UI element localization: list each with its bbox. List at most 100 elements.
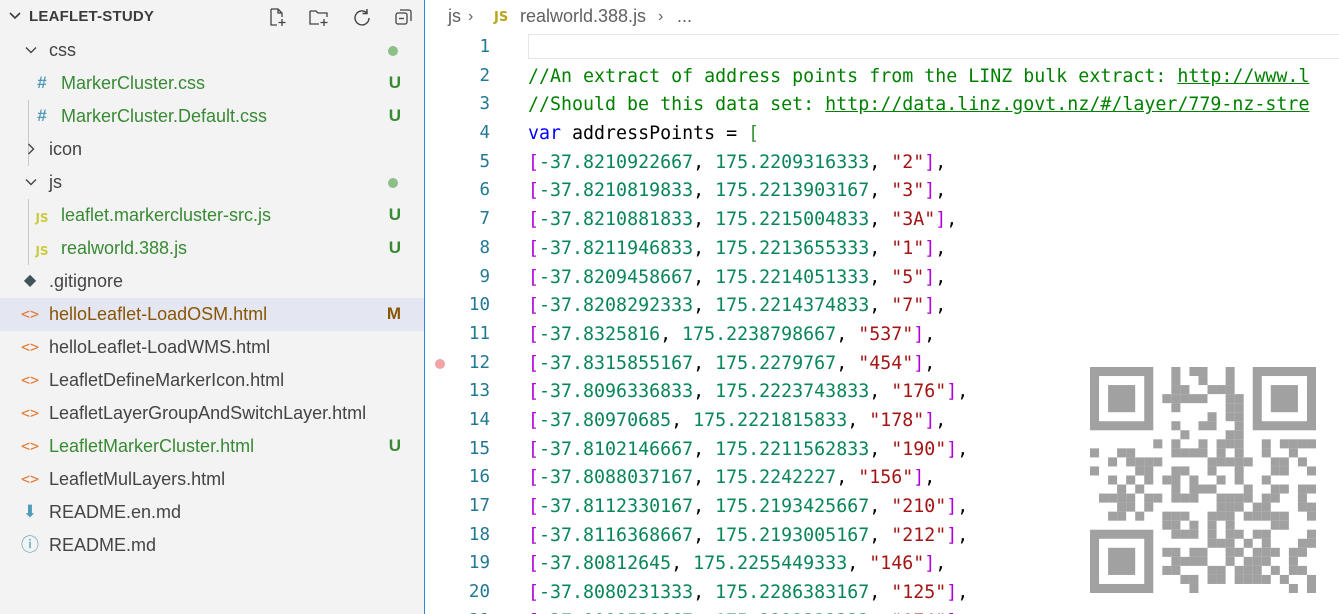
qr-module — [1117, 484, 1127, 494]
bracket: ] — [924, 553, 936, 575]
code-line[interactable]: 3 //Should be this data set: http://data.… — [426, 90, 1339, 119]
code-line[interactable]: 8 [-37.8211946833, 175.2213655333, "1"], — [426, 234, 1339, 263]
tree-file-leafletlayergroup[interactable]: <> LeafletLayerGroupAndSwitchLayer.html — [0, 397, 424, 430]
qr-module — [1225, 520, 1235, 530]
number-literal: 175.2223743833 — [715, 381, 870, 403]
code-line[interactable]: 9 [-37.8209458667, 175.2214051333, "5"], — [426, 263, 1339, 292]
qr-module — [1180, 493, 1190, 503]
line-number: 16 — [468, 467, 490, 488]
qr-module — [1162, 547, 1172, 557]
qr-module — [1207, 466, 1217, 476]
qr-module — [1180, 466, 1190, 476]
code-text: [-37.8088037167, 175.2242227, "156"], — [528, 467, 935, 488]
qr-module — [1108, 493, 1118, 503]
qr-module — [1225, 385, 1235, 395]
tree-folder-css[interactable]: css — [0, 34, 424, 67]
tree-file-markercluster-css[interactable]: # MarkerCluster.css U — [0, 67, 424, 100]
qr-module — [1162, 520, 1172, 530]
qr-module — [1198, 556, 1208, 566]
code-line[interactable]: 4 var addressPoints = [ — [426, 119, 1339, 148]
breadcrumb-file[interactable]: realworld.388.js — [520, 6, 646, 27]
qr-module — [1306, 439, 1316, 449]
qr-module — [1216, 511, 1226, 521]
collapse-all-button[interactable] — [391, 4, 417, 30]
tree-folder-js[interactable]: js — [0, 166, 424, 199]
tree-item-label: css — [49, 40, 76, 60]
code-line[interactable]: 7 [-37.8210881833, 175.2215004833, "3A"], — [426, 205, 1339, 234]
code-line[interactable]: 5 [-37.8210922667, 175.2209316333, "2"], — [426, 148, 1339, 177]
qr-module — [1207, 565, 1217, 575]
qr-module — [1270, 484, 1280, 494]
line-number: 4 — [479, 123, 490, 144]
qr-module — [1261, 574, 1271, 584]
qr-module — [1189, 367, 1199, 377]
bracket: ] — [924, 266, 936, 288]
string-literal: "212" — [891, 524, 947, 546]
number-literal: 175.2209316333 — [715, 151, 870, 173]
new-file-button[interactable] — [264, 4, 290, 30]
tree-file-markercluster-src-js[interactable]: JS leaflet.markercluster-src.js U — [0, 199, 424, 232]
js-file-icon: JS — [35, 211, 49, 225]
qr-module — [1117, 493, 1127, 503]
tree-file-helloleaflet-loadwms[interactable]: <> helloLeaflet-LoadWMS.html — [0, 331, 424, 364]
tree-file-readme[interactable]: ⓘ README.md — [0, 529, 424, 562]
new-file-icon — [270, 8, 286, 26]
qr-module — [1243, 574, 1253, 584]
workspace-title[interactable]: LEAFLET-STUDY — [29, 8, 154, 25]
qr-module — [1261, 475, 1271, 485]
code-line[interactable]: 10 [-37.8208292333, 175.2214374833, "7"], — [426, 291, 1339, 320]
code-line[interactable]: 1 — [426, 33, 1339, 62]
qr-module — [1261, 493, 1271, 503]
qr-module — [1270, 466, 1280, 476]
code-line[interactable]: 21[-37.8089538667, 175.2222222333, "174"… — [426, 607, 1339, 614]
chevron-right-icon: › — [658, 8, 664, 25]
breadcrumb-folder[interactable]: js — [448, 6, 461, 27]
qr-module — [1288, 565, 1298, 575]
tree-file-helloleaflet-loadosm[interactable]: <> helloLeaflet-LoadOSM.html M — [0, 298, 424, 331]
qr-module — [1090, 466, 1100, 476]
code-text: [-37.8080231333, 175.2286383167, "125"], — [528, 582, 968, 603]
code-line[interactable]: 2 //An extract of address points from the… — [426, 62, 1339, 91]
qr-module — [1297, 457, 1307, 467]
tree-file-leafletmullayers[interactable]: <> LeafletMulLayers.html — [0, 463, 424, 496]
qr-module — [1207, 457, 1217, 467]
qr-module — [1225, 457, 1235, 467]
tree-file-realworld-js[interactable]: JS realworld.388.js U — [0, 232, 424, 265]
chevron-down-icon — [25, 47, 37, 54]
punctuation: , — [869, 524, 892, 546]
punctuation: , — [693, 438, 716, 460]
qr-module — [1234, 394, 1244, 404]
punctuation: , — [869, 295, 892, 317]
number-literal: 175.2242227 — [715, 467, 837, 489]
tree-file-leafletmarkercluster[interactable]: <> LeafletMarkerCluster.html U — [0, 430, 424, 463]
tree-folder-icon[interactable]: icon — [0, 133, 424, 166]
bracket: [ — [528, 151, 540, 173]
qr-module — [1234, 565, 1244, 575]
qr-module — [1189, 574, 1199, 584]
number-literal: 175.2214374833 — [715, 295, 870, 317]
js-file-icon: JS — [35, 244, 49, 258]
qr-module — [1225, 538, 1235, 548]
code-line[interactable]: 6 [-37.8210819833, 175.2213903167, "3"], — [426, 176, 1339, 205]
chevron-down-icon[interactable] — [7, 8, 23, 24]
tree-file-gitignore[interactable]: ◆ .gitignore — [0, 265, 424, 298]
string-literal: "3A" — [891, 209, 936, 231]
qr-module — [1108, 475, 1118, 485]
number-literal: 175.2279767 — [715, 352, 837, 374]
punctuation: , — [869, 237, 892, 259]
qr-module — [1162, 475, 1172, 485]
qr-module — [1279, 484, 1289, 494]
tree-file-markercluster-default-css[interactable]: # MarkerCluster.Default.css U — [0, 100, 424, 133]
breadcrumb-more[interactable]: ... — [677, 6, 692, 27]
bracket: ] — [946, 381, 958, 403]
tree-file-readme-en[interactable]: ⬇ README.en.md — [0, 496, 424, 529]
qr-module — [1117, 448, 1127, 458]
git-status-badge: M — [386, 304, 401, 323]
code-line[interactable]: 11 [-37.8325816, 175.2238798667, "537"], — [426, 320, 1339, 349]
refresh-button[interactable] — [349, 4, 375, 30]
number-literal: -37.8211946833 — [539, 237, 694, 259]
new-folder-button[interactable] — [306, 4, 332, 30]
bracket: [ — [528, 180, 540, 202]
tree-file-leafletdefinemarkericon[interactable]: <> LeafletDefineMarkerIcon.html — [0, 364, 424, 397]
qr-module — [1225, 511, 1235, 521]
